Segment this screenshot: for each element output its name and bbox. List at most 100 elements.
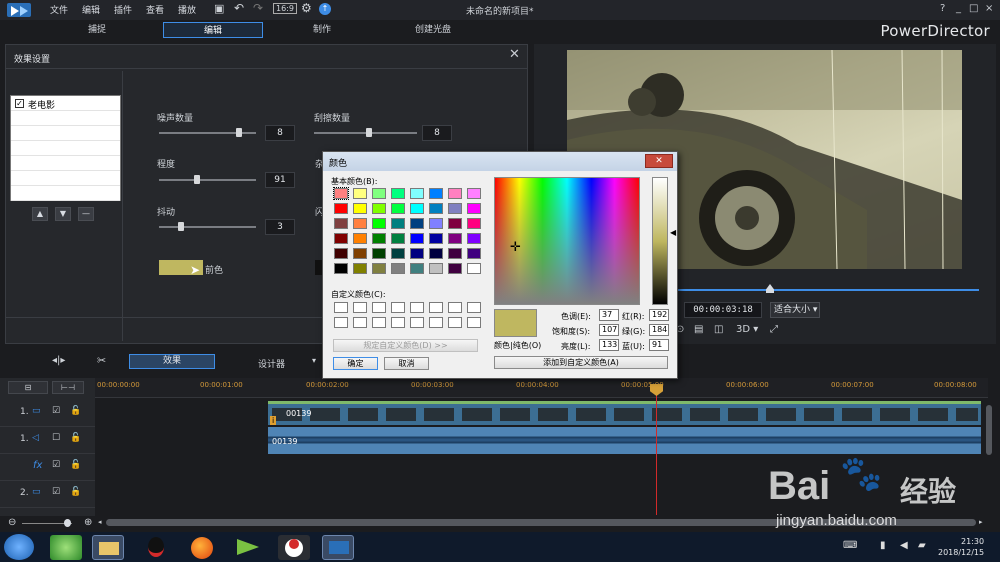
saturation-input[interactable]: 107 — [599, 324, 619, 336]
playhead-line[interactable] — [656, 385, 657, 515]
volume-tray-icon[interactable]: ◀ — [900, 540, 908, 551]
designer-dropdown-icon[interactable]: ▾ — [312, 356, 316, 365]
basic-color-swatch[interactable] — [448, 263, 462, 274]
move-up-button[interactable]: ▲ — [32, 207, 48, 221]
tab-edit[interactable]: 编辑 — [163, 22, 263, 38]
menu-plugins[interactable]: 插件 — [114, 3, 132, 16]
track-enable-checkbox[interactable]: ☑ — [52, 406, 60, 416]
screen-recorder-icon[interactable] — [278, 535, 310, 560]
basic-color-swatch[interactable] — [334, 263, 348, 274]
video-app-icon[interactable] — [232, 535, 264, 560]
zoom-out-icon[interactable]: ⊖ — [8, 517, 16, 528]
custom-color-slot[interactable] — [410, 302, 424, 313]
effect-panel-close-button[interactable]: ✕ — [509, 47, 520, 62]
network-tray-icon[interactable]: ▮ — [880, 540, 886, 551]
custom-color-slot[interactable] — [429, 317, 443, 328]
noise-value-field[interactable]: 8 — [265, 125, 295, 141]
basic-color-swatch[interactable] — [467, 263, 481, 274]
basic-color-swatch[interactable] — [467, 248, 481, 259]
qq-icon[interactable] — [140, 535, 172, 560]
menu-play[interactable]: 播放 — [178, 3, 196, 16]
track-lock-icon[interactable]: 🔓 — [70, 406, 81, 416]
custom-color-slot[interactable] — [467, 317, 481, 328]
basic-color-swatch[interactable] — [429, 203, 443, 214]
basic-color-swatch[interactable] — [448, 218, 462, 229]
effects-button[interactable]: 效果 — [129, 354, 215, 369]
list-item[interactable]: ✓ 老电影 — [11, 96, 120, 111]
move-down-button[interactable]: ▼ — [55, 207, 71, 221]
custom-color-slot[interactable] — [391, 302, 405, 313]
custom-color-slot[interactable] — [353, 317, 367, 328]
menu-view[interactable]: 查看 — [146, 3, 164, 16]
basic-color-swatch[interactable] — [334, 218, 348, 229]
basic-color-swatch[interactable] — [372, 218, 386, 229]
taskbar-clock[interactable]: 21:30 2018/12/15 — [938, 536, 984, 558]
custom-color-slot[interactable] — [334, 317, 348, 328]
redo-icon[interactable]: ↷ — [253, 1, 263, 15]
scratch-value-field[interactable]: 8 — [422, 125, 452, 141]
basic-color-swatch[interactable] — [334, 233, 348, 244]
basic-color-swatch[interactable] — [410, 248, 424, 259]
basic-color-swatch[interactable] — [467, 218, 481, 229]
seek-thumb[interactable] — [766, 284, 774, 293]
degree-slider-track[interactable] — [159, 179, 256, 181]
degree-slider-thumb[interactable] — [194, 175, 200, 184]
designer-button[interactable]: 设计器 — [258, 357, 285, 370]
start-button-icon[interactable] — [4, 534, 34, 560]
track-enable-checkbox[interactable]: ☑ — [52, 460, 60, 470]
minimize-button[interactable]: _ — [956, 3, 961, 14]
tab-produce[interactable]: 制作 — [272, 22, 372, 38]
ok-button[interactable]: 确定 — [333, 357, 378, 370]
custom-color-slot[interactable] — [372, 302, 386, 313]
track-lock-icon[interactable]: 🔓 — [70, 460, 81, 470]
basic-color-swatch[interactable] — [334, 203, 348, 214]
restore-button[interactable]: □ — [969, 3, 978, 14]
basic-color-swatch[interactable] — [410, 188, 424, 199]
timecode-display[interactable]: 00:00:03:18 — [684, 302, 762, 318]
basic-color-swatch[interactable] — [353, 233, 367, 244]
basic-color-swatch[interactable] — [372, 233, 386, 244]
cancel-button[interactable]: 取消 — [384, 357, 429, 370]
hue-input[interactable]: 37 — [599, 309, 619, 321]
basic-color-swatch[interactable] — [353, 248, 367, 259]
close-window-button[interactable]: × — [985, 3, 993, 14]
volume-icon[interactable]: ◫ — [714, 324, 723, 335]
basic-color-swatch[interactable] — [391, 263, 405, 274]
basic-color-swatch[interactable] — [467, 188, 481, 199]
basic-color-swatch[interactable] — [429, 188, 443, 199]
tab-capture[interactable]: 捕捉 — [47, 22, 147, 38]
custom-color-slot[interactable] — [448, 302, 462, 313]
luminance-input[interactable]: 133 — [599, 339, 619, 351]
basic-color-swatch[interactable] — [448, 188, 462, 199]
custom-color-slot[interactable] — [372, 317, 386, 328]
luminance-arrow-icon[interactable]: ◀ — [670, 228, 676, 237]
noise-slider-thumb[interactable] — [236, 128, 242, 137]
basic-color-swatch[interactable] — [429, 233, 443, 244]
custom-color-slot[interactable] — [429, 302, 443, 313]
basic-color-swatch[interactable] — [448, 248, 462, 259]
basic-color-swatch[interactable] — [391, 203, 405, 214]
basic-color-swatch[interactable] — [410, 203, 424, 214]
track-enable-checkbox[interactable]: ☑ — [52, 487, 60, 497]
split-track-icon[interactable]: ◂|▸ — [52, 355, 65, 366]
degree-value-field[interactable]: 91 — [265, 172, 295, 188]
basic-color-swatch[interactable] — [334, 248, 348, 259]
effect-enabled-checkbox[interactable]: ✓ — [15, 99, 24, 108]
subtitle-icon[interactable]: ▤ — [694, 324, 703, 335]
basic-color-swatch[interactable] — [410, 233, 424, 244]
refresh-app-icon[interactable] — [50, 535, 82, 560]
custom-color-slot[interactable] — [353, 302, 367, 313]
blue-input[interactable]: 91 — [649, 339, 669, 351]
basic-color-swatch[interactable] — [353, 218, 367, 229]
custom-color-slot[interactable] — [334, 302, 348, 313]
signal-tray-icon[interactable]: ▰ — [918, 540, 926, 551]
basic-color-swatch[interactable] — [448, 233, 462, 244]
basic-color-swatch[interactable] — [372, 203, 386, 214]
scroll-left-icon[interactable]: ◂ — [98, 518, 102, 526]
red-input[interactable]: 192 — [649, 309, 669, 321]
zoom-slider-thumb[interactable] — [64, 519, 71, 527]
zoom-in-icon[interactable]: ⊕ — [84, 517, 92, 528]
basic-color-swatch[interactable] — [372, 248, 386, 259]
jitter-value-field[interactable]: 3 — [265, 219, 295, 235]
basic-color-swatch[interactable] — [333, 187, 349, 200]
